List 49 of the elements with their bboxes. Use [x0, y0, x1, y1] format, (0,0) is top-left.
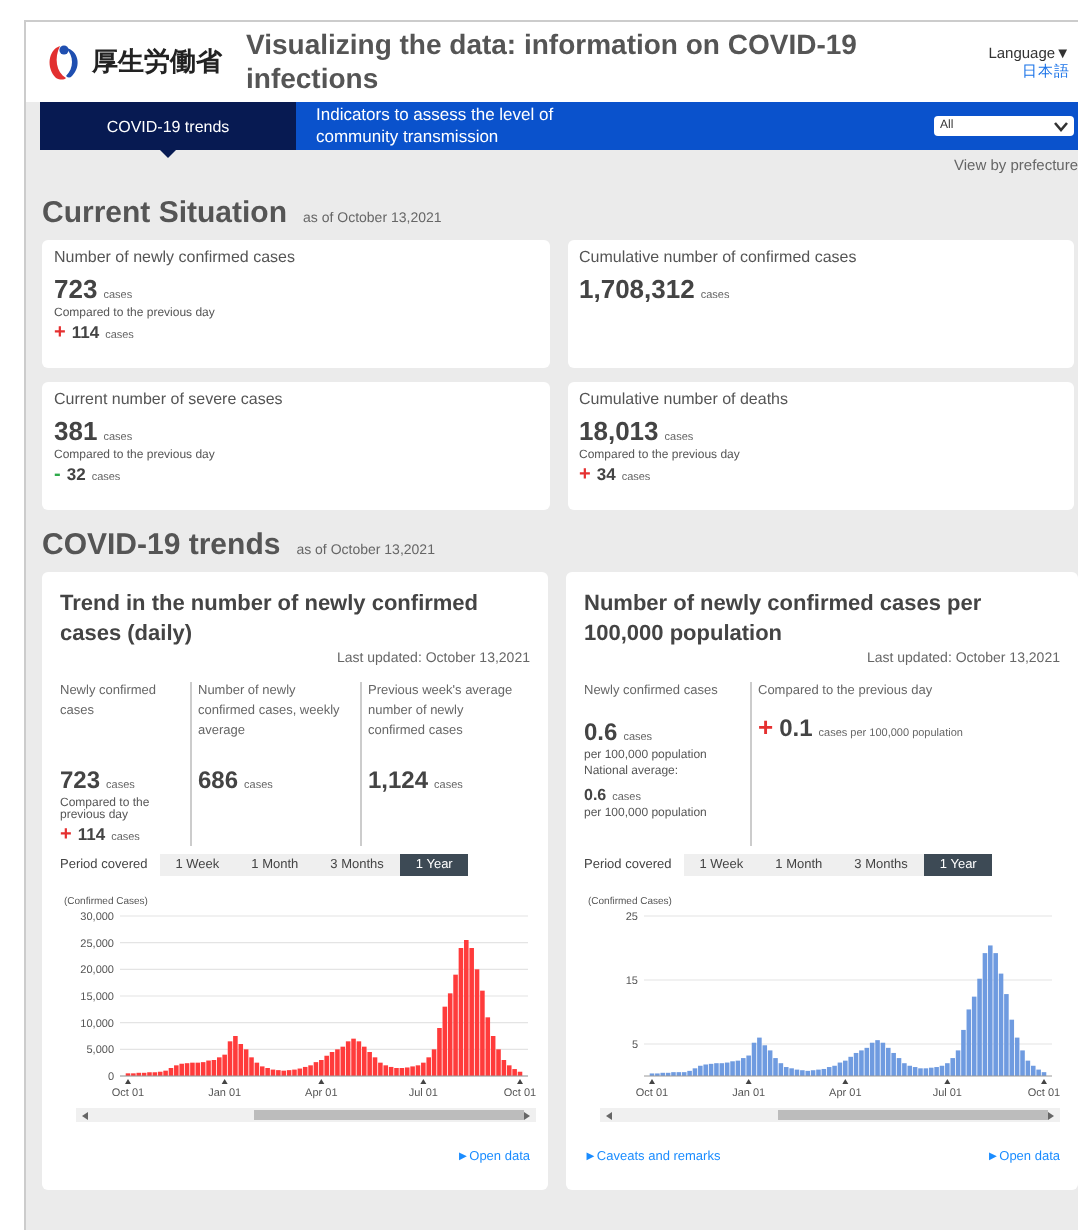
stat-value: 723 [54, 274, 98, 304]
left-arrow-icon [82, 1111, 88, 1119]
change-sign: + [54, 322, 66, 344]
tick-marker-icon [221, 1079, 228, 1084]
tick-marker-icon [745, 1079, 752, 1084]
stat-value: 1,124 [368, 766, 429, 794]
nav-tab[interactable]: Indicators to assess the level of community transmission [296, 102, 616, 150]
section-title: COVID-19 trends [42, 528, 281, 562]
right-arrow-icon [1048, 1111, 1054, 1119]
stat-value: 686 [198, 766, 239, 794]
tick-marker-icon [318, 1079, 325, 1084]
stat-label: Cumulative number of deaths [579, 390, 790, 408]
change-sign: - [54, 464, 61, 486]
stat-value: 723 [60, 766, 101, 794]
change-sign: + [758, 712, 774, 742]
left-arrow-icon [606, 1111, 612, 1119]
change-value: 114 [77, 824, 106, 844]
change-value: 114 [71, 322, 100, 342]
scrollbar[interactable] [600, 1108, 1060, 1122]
tick-marker-icon [1041, 1079, 1047, 1084]
right-arrow-icon [524, 1111, 530, 1119]
change-value: 0.1 [779, 714, 813, 742]
change-sign: + [579, 464, 591, 486]
scrollbar[interactable] [76, 1108, 536, 1122]
stat-value: 381 [54, 416, 98, 446]
scrollbar-thumb[interactable] [254, 1110, 524, 1120]
average-value: 0.6 [584, 786, 607, 804]
panel-title: Trend in the number of newly confirmed cases (daily) [60, 590, 481, 650]
tick-marker-icon [842, 1079, 849, 1084]
section-title: Current Situation [42, 196, 287, 230]
tick-marker-icon [517, 1079, 523, 1084]
stat-label: Current number of severe cases [54, 390, 285, 408]
change-value: 32 [66, 464, 86, 484]
scrollbar-thumb[interactable] [778, 1110, 1048, 1120]
tick-marker-icon [125, 1079, 131, 1084]
chevron-down-icon [1054, 121, 1068, 131]
change-value: 34 [596, 464, 616, 484]
stat-value: 1,708,312 [579, 274, 695, 304]
panel-title: Number of newly confirmed cases per 100,000 population [584, 590, 984, 650]
tick-marker-icon [649, 1079, 655, 1084]
stat-label: Number of newly confirmed cases [54, 248, 297, 266]
change-sign: + [60, 824, 72, 846]
stat-value: 18,013 [579, 416, 659, 446]
stat-label: Cumulative number of confirmed cases [579, 248, 859, 266]
site-title: Visualizing the data: information on COVID-19 infections [244, 28, 859, 96]
stat-value: 0.6 [584, 718, 618, 746]
ministry-logo-text: 厚生労働省 [92, 44, 222, 80]
tick-marker-icon [944, 1079, 951, 1084]
tick-marker-icon [420, 1079, 427, 1084]
